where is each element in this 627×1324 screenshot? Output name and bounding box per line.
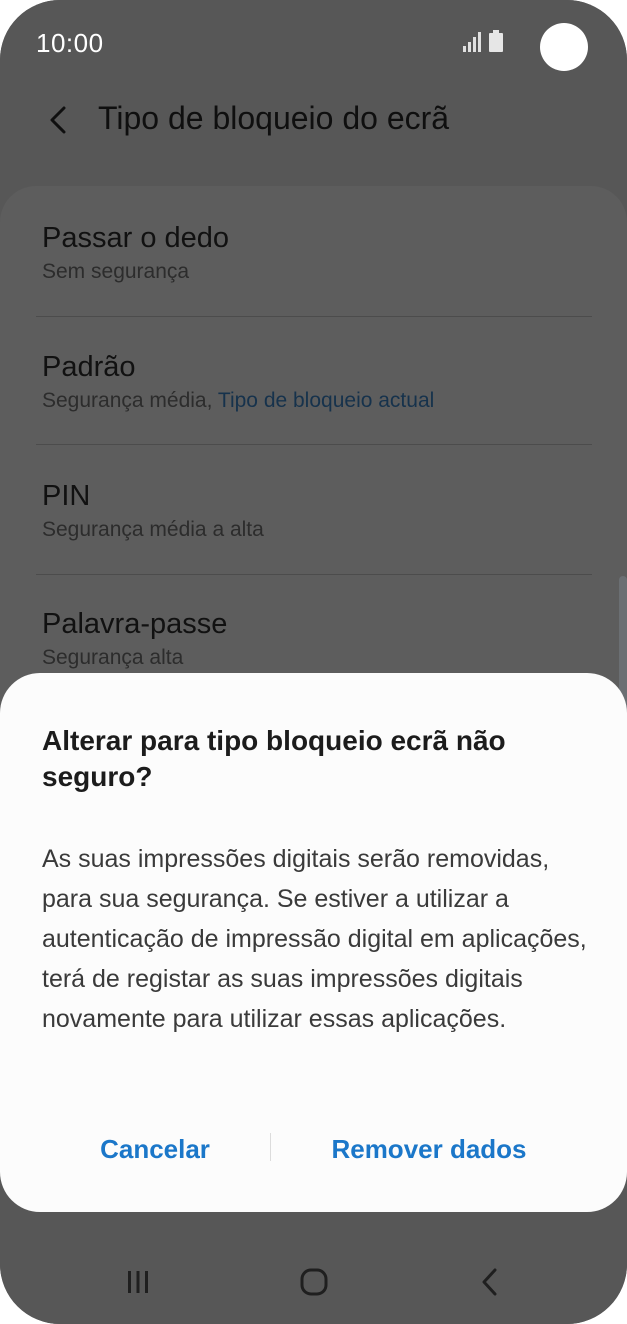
app-header: Tipo de bloqueio do ecrã [0, 90, 627, 160]
battery-icon [489, 30, 503, 52]
phone-screen: 10:00 Tipo de bloqueio do ecrã Passar o … [0, 0, 627, 1324]
dialog-actions: Cancelar Remover dados [0, 1113, 627, 1183]
list-item-title: Passar o dedo [42, 222, 230, 254]
action-divider [270, 1133, 271, 1161]
back-icon[interactable] [460, 1260, 520, 1304]
list-item-swipe[interactable]: Passar o dedo Sem segurança [42, 220, 592, 286]
dialog-title: Alterar para tipo bloqueio ecrã não segu… [42, 725, 506, 792]
navigation-bar [0, 1240, 627, 1324]
dialog-message: As suas impressões digitais serão removi… [42, 845, 587, 1033]
list-item-subtitle: Segurança média, Tipo de bloqueio actual [42, 389, 435, 412]
list-item-pattern[interactable]: Padrão Segurança média, Tipo de bloqueio… [42, 349, 592, 415]
status-bar: 10:00 [0, 0, 627, 90]
status-time: 10:00 [36, 28, 104, 58]
list-item-subtitle: Segurança média a alta [42, 518, 264, 541]
signal-icon [463, 30, 483, 52]
confirm-dialog: Alterar para tipo bloqueio ecrã não segu… [0, 673, 627, 1212]
list-item-pin[interactable]: PIN Segurança média a alta [42, 478, 592, 544]
recents-icon[interactable] [108, 1260, 168, 1304]
divider [36, 444, 592, 445]
cancel-button[interactable]: Cancelar [60, 1127, 250, 1171]
divider [36, 316, 592, 317]
page-title: Tipo de bloqueio do ecrã [98, 100, 450, 136]
list-item-title: Palavra-passe [42, 608, 228, 640]
current-lock-type-label: Tipo de bloqueio actual [217, 389, 435, 412]
home-icon[interactable] [284, 1260, 344, 1304]
list-item-subtitle: Sem segurança [42, 260, 190, 283]
list-item-subtitle: Segurança alta [42, 646, 184, 669]
front-camera [540, 23, 588, 71]
list-item-password[interactable]: Palavra-passe Segurança alta [42, 606, 592, 672]
list-item-title: PIN [42, 480, 91, 512]
remove-data-button[interactable]: Remover dados [300, 1127, 558, 1171]
divider [36, 574, 592, 575]
chevron-left-icon[interactable] [36, 98, 80, 142]
list-item-title: Padrão [42, 351, 136, 383]
